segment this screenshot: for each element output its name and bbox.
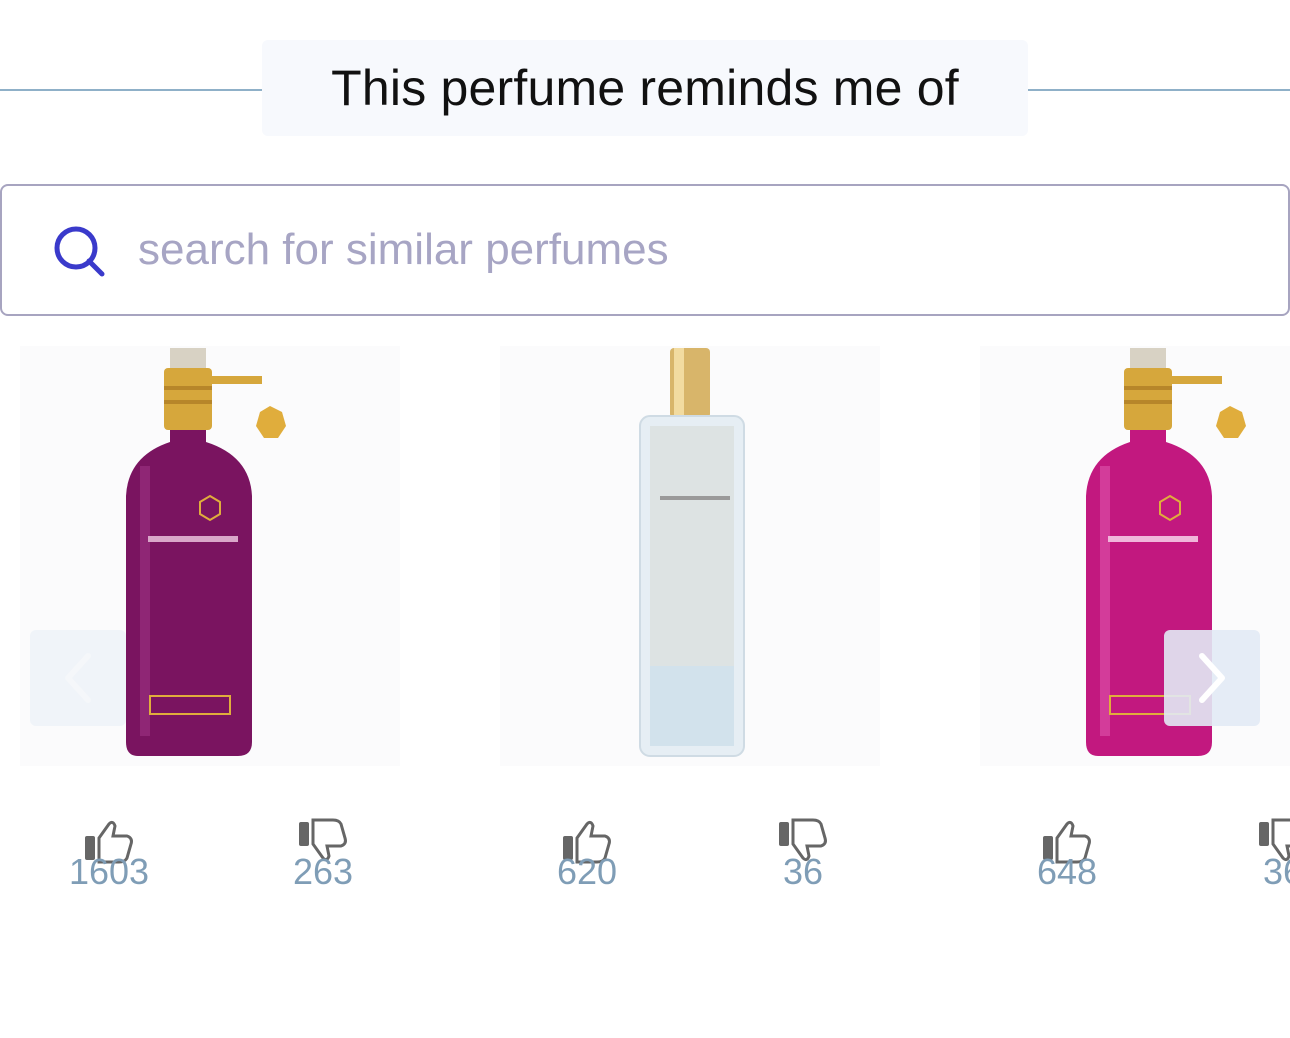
heading-box: This perfume reminds me of — [262, 40, 1028, 136]
like-count: 620 — [556, 851, 618, 892]
dislike-count: 263 — [292, 851, 354, 892]
section-heading: This perfume reminds me of — [0, 40, 1290, 136]
like-count: 648 — [1036, 851, 1098, 892]
carousel-prev-button[interactable] — [30, 630, 126, 726]
bottle-image — [639, 348, 745, 757]
search-input[interactable] — [138, 212, 1258, 288]
similar-perfumes-carousel: 1603 263 620 36 648 3 — [0, 340, 1290, 920]
like-count: 1603 — [68, 851, 150, 892]
dislike-button[interactable]: 36 — [748, 816, 858, 896]
chevron-right-icon — [1199, 653, 1225, 703]
dislike-count: 36 — [782, 851, 824, 892]
divider-left — [0, 89, 262, 91]
like-button[interactable]: 648 — [1012, 816, 1122, 896]
dislike-button[interactable]: 36 — [1228, 816, 1290, 896]
perfume-card[interactable]: 1603 263 — [20, 340, 400, 910]
carousel-next-button[interactable] — [1164, 630, 1260, 726]
like-button[interactable]: 1603 — [54, 816, 164, 896]
divider-right — [1028, 89, 1290, 91]
chevron-left-icon — [65, 653, 91, 703]
search-box[interactable] — [0, 184, 1290, 316]
like-button[interactable]: 620 — [532, 816, 642, 896]
perfume-image[interactable] — [500, 346, 880, 766]
dislike-count: 36 — [1262, 851, 1290, 892]
search-icon — [54, 226, 105, 277]
dislike-button[interactable]: 263 — [268, 816, 378, 896]
perfume-card[interactable]: 620 36 — [500, 340, 880, 910]
perfume-card[interactable]: 648 36 — [980, 340, 1290, 910]
section-title: This perfume reminds me of — [331, 60, 959, 116]
